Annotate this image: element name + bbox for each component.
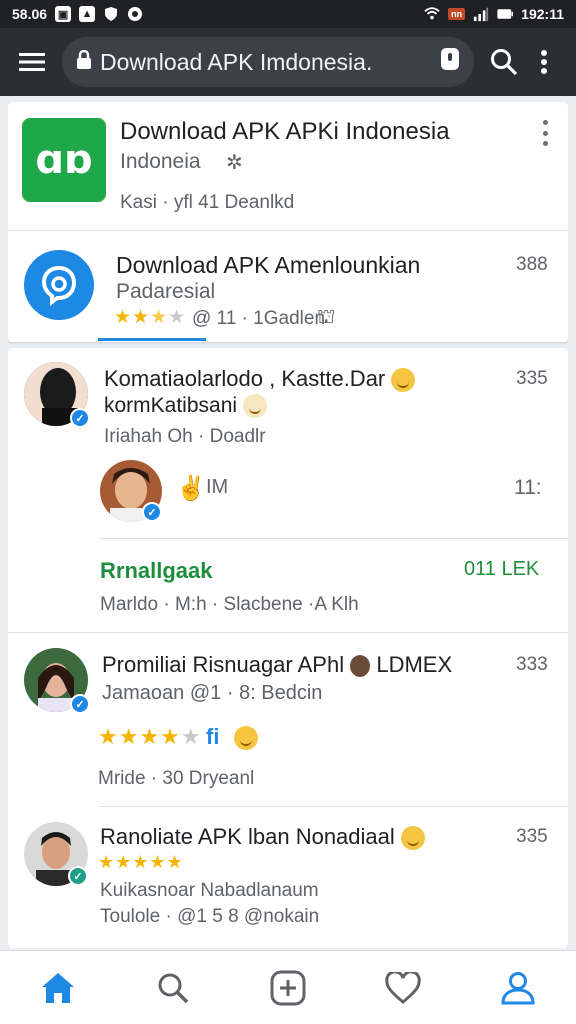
post-extra: fi — [206, 724, 220, 749]
rating-stars: ★★★★★ — [98, 724, 202, 749]
app-rating-stars: ★★★★ — [114, 307, 187, 328]
post-title[interactable]: Ranoliate APK lban Nonadiaal — [100, 824, 425, 851]
post-meta: Toulole · @1 5 8 @nokain — [100, 906, 320, 927]
app-subtitle: Padaresial — [116, 280, 216, 303]
android-icon: ▣ — [55, 6, 72, 22]
verified-icon: ✓ — [68, 866, 88, 886]
smile-emoji-icon — [234, 726, 258, 750]
bottom-navigation — [0, 950, 576, 1024]
post-title[interactable]: Komatiaolarlodo , Kastte.Dar — [104, 366, 416, 393]
profile-icon[interactable] — [490, 960, 546, 1016]
post-meta: Marldo · M:h · Slacbene ·A Klh — [100, 594, 359, 615]
app-meta: @ 11 · 1Gadlen — [192, 308, 326, 329]
app-icon[interactable] — [24, 250, 94, 320]
post-subtitle: Kuikasnoar Nabadlanaum — [100, 880, 319, 901]
post-count: 335 — [516, 826, 548, 847]
tab-indicator — [98, 338, 206, 341]
status-right: nn 192:11 — [424, 6, 564, 22]
post-count: 335 — [516, 368, 548, 389]
network-badge: nn — [448, 8, 466, 20]
app-subtitle: Indoneia — [120, 150, 201, 173]
battery-icon — [497, 6, 514, 22]
app-meta: Kasi · yfl 41 Deanlkd — [120, 192, 295, 213]
gear-icon: ✲ — [226, 152, 243, 174]
app-icon[interactable]: ɑɒ — [22, 118, 106, 202]
tab-switcher-icon[interactable] — [440, 47, 460, 77]
verified-icon: ✓ — [142, 502, 162, 522]
app-icon-glyph: ɑɒ — [35, 137, 93, 183]
post-meta: Mride · 30 Dryeanl — [98, 768, 255, 789]
smile-emoji-icon — [400, 826, 425, 851]
smile-emoji-icon — [391, 368, 416, 393]
post-count: 333 — [516, 654, 548, 675]
add-icon[interactable] — [260, 960, 316, 1016]
status-clock: 192:11 — [521, 6, 564, 22]
post-count: 11: — [514, 476, 542, 499]
status-badge: 011 LEK — [464, 558, 540, 580]
signal-icon — [473, 6, 489, 22]
url-text: Download APK Imdonesia. — [100, 48, 373, 75]
post-label: IM — [206, 476, 229, 498]
section-title[interactable]: Rrnallgaak — [100, 558, 213, 584]
divider — [100, 806, 568, 807]
home-icon[interactable] — [30, 960, 86, 1016]
wifi-icon — [424, 6, 440, 22]
lock-icon — [76, 49, 92, 76]
whatsapp-icon — [127, 6, 143, 22]
image-icon: ▲ — [79, 6, 96, 22]
smile-emoji-icon — [242, 394, 267, 419]
heart-icon[interactable] — [375, 960, 431, 1016]
status-time: 58.06 — [12, 6, 48, 22]
url-bar[interactable]: Download APK Imdonesia. — [62, 37, 474, 87]
search-icon[interactable] — [145, 960, 201, 1016]
app-title[interactable]: Download APK Amenlounkian — [116, 252, 420, 279]
feed-card: ✓ Komatiaolarlodo , Kastte.Dar kormKatib… — [8, 348, 568, 948]
status-bar: 58.06 ▣ ▲ nn 192:11 — [0, 0, 576, 28]
status-left: 58.06 ▣ ▲ — [12, 6, 143, 22]
page-content: ɑɒ Download APK APKi Indonesia Indoneia … — [8, 102, 568, 948]
browser-toolbar: Download APK Imdonesia. — [0, 28, 576, 96]
more-icon[interactable] — [524, 42, 564, 82]
app-more-icon[interactable] — [537, 120, 553, 146]
app-results-card: ɑɒ Download APK APKi Indonesia Indoneia … — [8, 102, 568, 342]
divider — [8, 632, 568, 633]
person-icon — [350, 655, 371, 678]
rating-stars: ★★★★★ — [98, 852, 184, 872]
shield-icon — [103, 6, 119, 22]
post-subtitle: kormKatibsani — [104, 394, 267, 419]
verified-icon: ✓ — [70, 408, 90, 428]
divider — [100, 538, 568, 539]
app-title[interactable]: Download APK APKi Indonesia — [120, 118, 450, 146]
post-subtitle: Jamaoan @1 · 8: Bedcin — [102, 682, 323, 704]
wave-emoji-icon: ✌ — [176, 475, 206, 502]
divider — [8, 230, 568, 231]
download-icon: ⛫ — [317, 306, 336, 328]
post-meta: Iriahah Oh · Doadlr — [104, 426, 266, 447]
verified-icon: ✓ — [70, 694, 90, 714]
app-count: 388 — [516, 254, 548, 275]
search-icon[interactable] — [484, 42, 524, 82]
post-title[interactable]: Promiliai Risnuagar APhl LDMEX — [102, 652, 452, 678]
menu-icon[interactable] — [12, 42, 52, 82]
